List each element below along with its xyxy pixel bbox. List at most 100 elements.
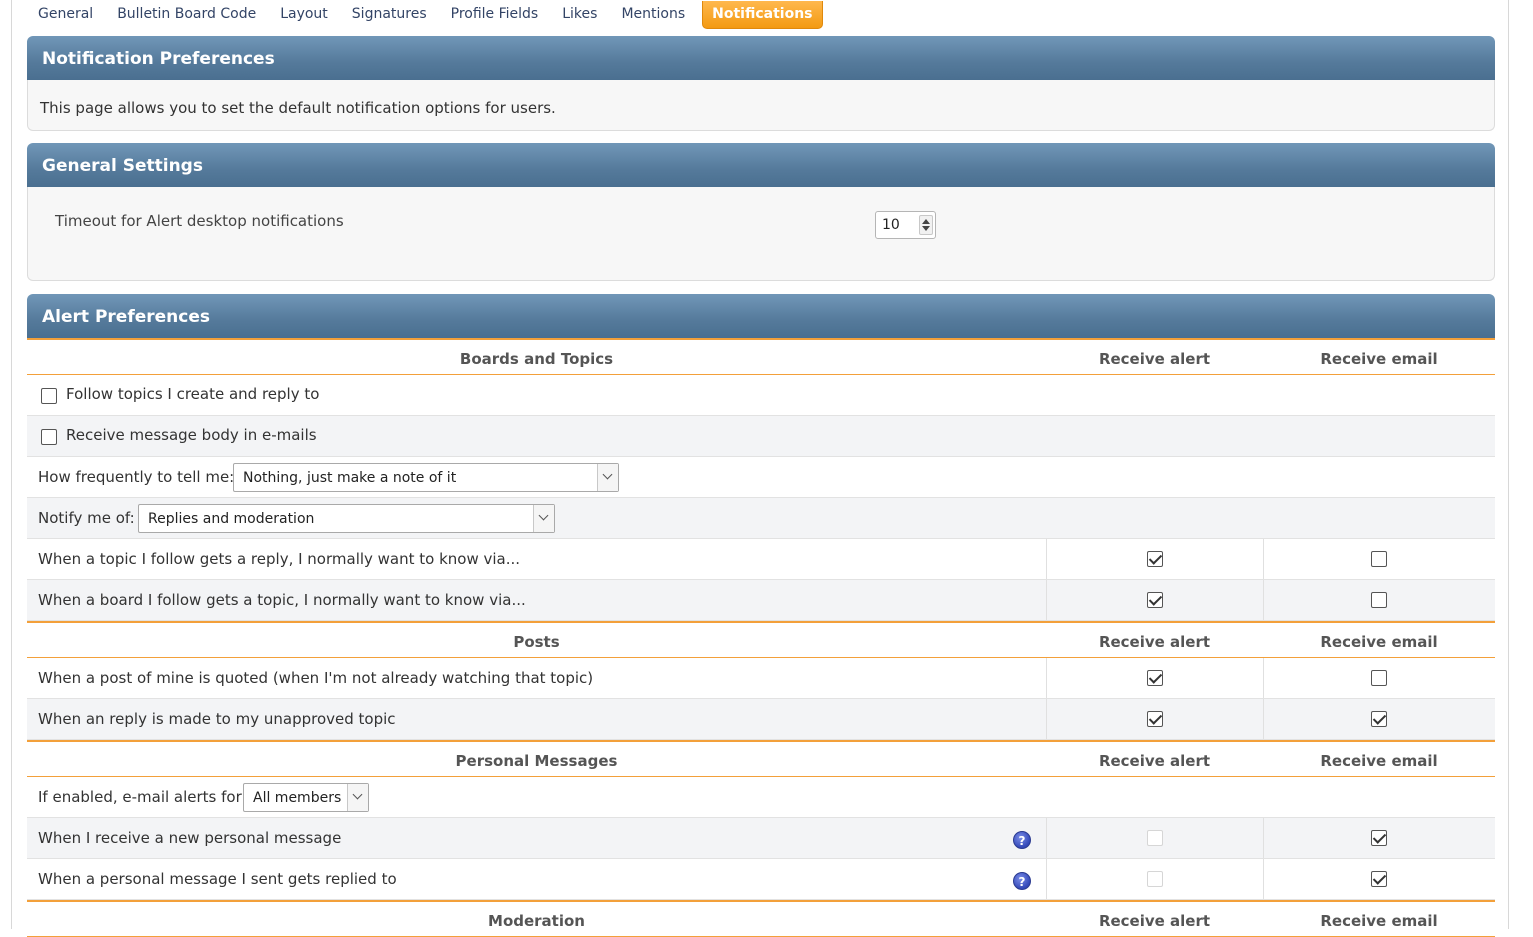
select-value: All members <box>253 790 342 806</box>
column-header-email: Receive email <box>1320 633 1438 651</box>
timeout-value: 10 <box>882 217 900 233</box>
new-pm-alert-checkbox <box>1147 830 1163 846</box>
row-label: When an reply is made to my unapproved t… <box>38 710 396 728</box>
divider <box>1263 658 1264 698</box>
row-label: If enabled, e-mail alerts for: <box>38 788 247 806</box>
description-text: This page allows you to set the default … <box>40 99 556 117</box>
message-body-checkbox[interactable] <box>41 429 57 445</box>
table-row: When a post of mine is quoted (when I'm … <box>27 658 1495 699</box>
divider <box>1046 580 1047 620</box>
table-row: Receive message body in e-mails <box>27 416 1495 457</box>
tab-signatures[interactable]: Signatures <box>340 1 439 29</box>
tab-notifications[interactable]: Notifications <box>702 0 823 29</box>
divider <box>1263 580 1264 620</box>
divider <box>1263 859 1264 899</box>
divider <box>1263 539 1264 579</box>
table-row: Notify me of: Replies and moderation <box>27 498 1495 539</box>
pm-replied-alert-checkbox <box>1147 871 1163 887</box>
chevron-down-icon[interactable] <box>597 464 618 491</box>
table-row: If enabled, e-mail alerts for: All membe… <box>27 777 1495 818</box>
unapproved-email-checkbox[interactable] <box>1371 711 1387 727</box>
chevron-down-icon[interactable] <box>347 784 368 811</box>
table-row: How frequently to tell me: Nothing, just… <box>27 457 1495 498</box>
stepper-down-icon[interactable] <box>922 226 930 231</box>
divider <box>1263 699 1264 739</box>
row-label: When a board I follow gets a topic, I no… <box>38 591 526 609</box>
section-body: Timeout for Alert desktop notifications … <box>27 187 1495 281</box>
general-settings-section: General Settings Timeout for Alert deskt… <box>27 143 1495 281</box>
column-header-email: Receive email <box>1320 752 1438 770</box>
pm-replied-email-checkbox[interactable] <box>1371 871 1387 887</box>
row-label: Follow topics I create and reply to <box>66 385 320 403</box>
select-value: Nothing, just make a note of it <box>243 470 457 486</box>
board-topic-email-checkbox[interactable] <box>1371 592 1387 608</box>
tab-mentions[interactable]: Mentions <box>609 1 697 29</box>
topic-reply-email-checkbox[interactable] <box>1371 551 1387 567</box>
row-label: When a personal message I sent gets repl… <box>38 870 397 888</box>
help-icon[interactable]: ? <box>1013 872 1031 890</box>
column-header: Boards and Topics <box>459 350 614 368</box>
table-row: Follow topics I create and reply to <box>27 375 1495 416</box>
follow-topics-checkbox[interactable] <box>41 388 57 404</box>
divider <box>1263 818 1264 858</box>
email-alerts-select[interactable]: All members <box>243 783 369 812</box>
quoted-email-checkbox[interactable] <box>1371 670 1387 686</box>
board-topic-alert-checkbox[interactable] <box>1147 592 1163 608</box>
timeout-label: Timeout for Alert desktop notifications <box>55 212 344 230</box>
unapproved-alert-checkbox[interactable] <box>1147 711 1163 727</box>
table-row: When a board I follow gets a topic, I no… <box>27 580 1495 621</box>
alert-preferences-section: Alert Preferences Boards and Topics Rece… <box>27 294 1495 937</box>
alert-preferences-table: Boards and Topics Receive alert Receive … <box>27 338 1495 937</box>
column-header: Personal Messages <box>455 752 618 770</box>
column-header: Moderation <box>488 912 585 930</box>
settings-tabs: General Bulletin Board Code Layout Signa… <box>26 0 823 29</box>
tab-layout[interactable]: Layout <box>268 1 340 29</box>
stepper-up-icon[interactable] <box>922 219 930 224</box>
table-row: When a personal message I sent gets repl… <box>27 859 1495 900</box>
timeout-stepper[interactable] <box>919 215 933 235</box>
divider <box>1046 859 1047 899</box>
new-pm-email-checkbox[interactable] <box>1371 830 1387 846</box>
column-header-alert: Receive alert <box>1098 633 1211 651</box>
section-title: Notification Preferences <box>27 36 1495 80</box>
section-title: Alert Preferences <box>27 294 1495 338</box>
table-row: When a topic I follow gets a reply, I no… <box>27 539 1495 580</box>
divider <box>1046 658 1047 698</box>
chevron-down-icon[interactable] <box>533 505 554 532</box>
tab-general[interactable]: General <box>26 1 105 29</box>
notification-preferences-section: Notification Preferences This page allow… <box>27 36 1495 131</box>
column-header-alert: Receive alert <box>1098 350 1211 368</box>
row-label: Notify me of: <box>38 509 135 527</box>
section-body: This page allows you to set the default … <box>27 80 1495 131</box>
divider <box>1046 699 1047 739</box>
table-header-posts: Posts Receive alert Receive email <box>27 621 1495 658</box>
help-icon[interactable]: ? <box>1013 831 1031 849</box>
row-label: Receive message body in e-mails <box>66 426 317 444</box>
column-header: Posts <box>513 633 560 651</box>
table-row: When I receive a new personal message ? <box>27 818 1495 859</box>
tab-bulletin-board-code[interactable]: Bulletin Board Code <box>105 1 268 29</box>
tab-profile-fields[interactable]: Profile Fields <box>439 1 551 29</box>
select-value: Replies and moderation <box>148 511 315 527</box>
topic-reply-alert-checkbox[interactable] <box>1147 551 1163 567</box>
table-header-moderation: Moderation Receive alert Receive email <box>27 900 1495 937</box>
row-label: When a post of mine is quoted (when I'm … <box>38 669 594 687</box>
row-label: When a topic I follow gets a reply, I no… <box>38 550 521 568</box>
column-header-alert: Receive alert <box>1098 912 1211 930</box>
row-label: How frequently to tell me: <box>38 468 235 486</box>
row-label: When I receive a new personal message <box>38 829 342 847</box>
divider <box>1046 818 1047 858</box>
timeout-input[interactable]: 10 <box>875 211 936 239</box>
table-header-personal-messages: Personal Messages Receive alert Receive … <box>27 740 1495 777</box>
notify-select[interactable]: Replies and moderation <box>138 504 555 533</box>
section-title: General Settings <box>27 143 1495 187</box>
column-header-email: Receive email <box>1320 912 1438 930</box>
tab-likes[interactable]: Likes <box>550 1 609 29</box>
column-header-alert: Receive alert <box>1098 752 1211 770</box>
table-header-boards: Boards and Topics Receive alert Receive … <box>27 338 1495 375</box>
frequency-select[interactable]: Nothing, just make a note of it <box>233 463 619 492</box>
quoted-alert-checkbox[interactable] <box>1147 670 1163 686</box>
divider <box>1046 539 1047 579</box>
column-header-email: Receive email <box>1320 350 1438 368</box>
table-row: When an reply is made to my unapproved t… <box>27 699 1495 740</box>
